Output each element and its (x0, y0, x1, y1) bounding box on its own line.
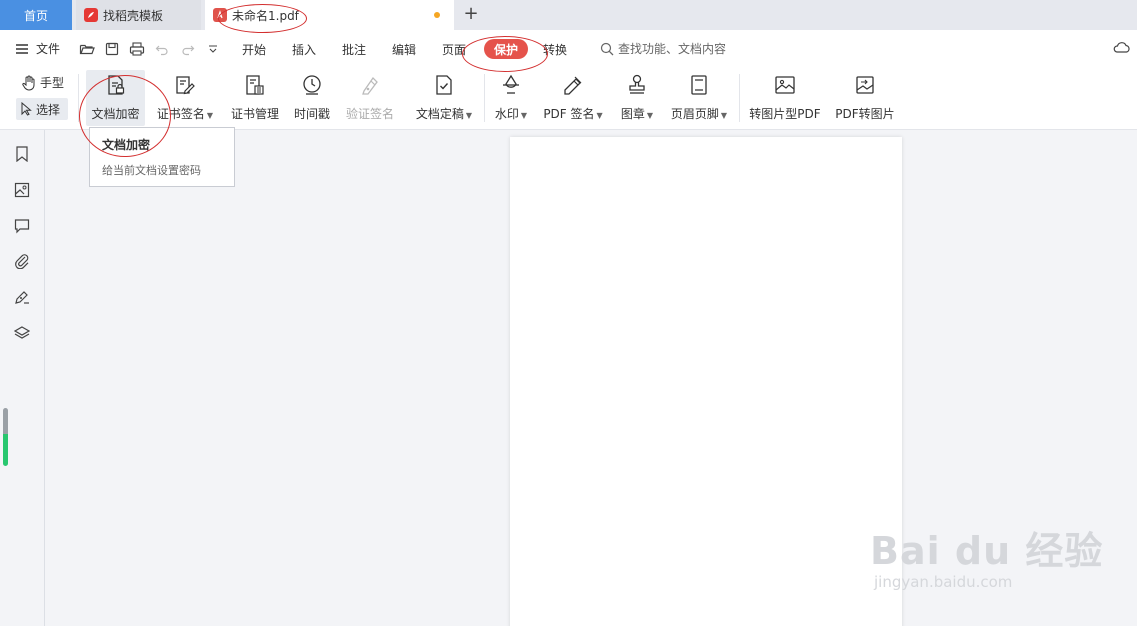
file-menu[interactable]: 文件 (14, 40, 60, 57)
dropdown-caret-icon: ▼ (720, 111, 728, 120)
baidu-jingyan-watermark: Bai du 经验 jingyan.baidu.com (870, 520, 1103, 591)
watermark-icon (498, 72, 524, 98)
certificate-sign-label: 证书签名 (156, 107, 205, 121)
dropdown-caret-icon: ▼ (596, 111, 603, 120)
certificate-manage-label: 证书管理 (230, 107, 279, 121)
tab-document-label: 未命名1.pdf (232, 8, 299, 23)
signature-pen-icon[interactable] (12, 287, 32, 307)
cursor-arrow-icon (21, 102, 32, 116)
menu-convert[interactable]: 转换 (543, 41, 567, 58)
print-icon[interactable] (128, 40, 146, 58)
finalize-document-icon (431, 72, 457, 98)
tab-template[interactable]: 找稻壳模板 (76, 0, 201, 30)
menu-annotate[interactable]: 批注 (342, 41, 366, 58)
docer-logo-icon (84, 8, 98, 22)
tab-bar: 首页 找稻壳模板 未命名1.pdf + (0, 0, 1137, 30)
search-placeholder: 查找功能、文档内容 (618, 42, 727, 56)
watermark-label: 水印 (494, 107, 519, 121)
bookmark-icon[interactable] (12, 144, 32, 164)
image-pdf-icon (772, 72, 798, 98)
cloud-sync-icon[interactable] (1113, 40, 1131, 56)
dropdown-caret-icon: ▼ (465, 111, 473, 120)
lock-document-icon (103, 72, 129, 98)
tab-template-label: 找稻壳模板 (103, 8, 164, 23)
verify-signature-icon (357, 72, 383, 98)
dropdown-caret-icon: ▼ (646, 111, 654, 120)
hamburger-icon (16, 43, 28, 54)
timestamp-button[interactable]: 时间戳 (290, 70, 334, 126)
image-pdf-label: 转图片型PDF (749, 107, 821, 121)
hand-tool[interactable]: 手型 (22, 74, 64, 91)
stamp-label: 图章 (620, 107, 645, 121)
pdf-sign-label: PDF 签名 (543, 107, 595, 121)
pdf-sign-button[interactable]: PDF 签名 ▼ (541, 70, 605, 126)
clock-stamp-icon (299, 72, 325, 98)
finalize-document-label: 文档定稿 (415, 107, 464, 121)
protect-ribbon: 手型 选择 文档加密 证书签名 ▼ 证书管理 时间戳 验证签名 文档定稿 ▼ 水… (0, 68, 1137, 130)
encrypt-document-button[interactable]: 文档加密 (86, 70, 145, 126)
hand-icon (22, 75, 35, 91)
select-tool[interactable]: 选择 (16, 98, 68, 120)
sidebar-scroll-handle[interactable] (3, 408, 8, 466)
stamp-icon (624, 72, 650, 98)
certificate-manage-icon (242, 72, 268, 98)
file-menu-label: 文件 (36, 42, 61, 56)
customize-quickbar-icon[interactable] (204, 40, 222, 58)
pdf-page[interactable] (510, 137, 902, 626)
pdf-sign-icon (560, 72, 586, 98)
attachment-icon[interactable] (12, 251, 32, 271)
stamp-button[interactable]: 图章 ▼ (617, 70, 657, 126)
header-footer-button[interactable]: 页眉页脚 ▼ (668, 70, 730, 126)
certificate-sign-icon (172, 72, 198, 98)
select-tool-label: 选择 (36, 102, 61, 117)
save-icon[interactable] (103, 40, 121, 58)
dropdown-caret-icon: ▼ (520, 111, 528, 120)
encrypt-tooltip: 文档加密 给当前文档设置密码 (89, 127, 235, 187)
tab-home[interactable]: 首页 (0, 0, 72, 30)
left-sidebar (0, 130, 45, 626)
tooltip-title: 文档加密 (102, 138, 151, 152)
image-icon[interactable] (12, 180, 32, 200)
certificate-manage-button[interactable]: 证书管理 (226, 70, 284, 126)
menu-bar: 文件 开始 插入 批注 编辑 页面 保护 转换 查找功能、文档内容 (0, 30, 1137, 68)
ribbon-separator (739, 74, 740, 122)
verify-signature-label: 验证签名 (345, 107, 394, 121)
watermark-button[interactable]: 水印 ▼ (491, 70, 531, 126)
menu-start[interactable]: 开始 (242, 41, 266, 58)
unsaved-indicator (434, 12, 440, 18)
new-tab-button[interactable]: + (460, 4, 482, 26)
tooltip-description: 给当前文档设置密码 (102, 164, 201, 177)
tab-document[interactable]: 未命名1.pdf (205, 0, 454, 30)
watermark-sub-text: jingyan.baidu.com (874, 573, 1013, 591)
ribbon-separator (484, 74, 485, 122)
dropdown-caret-icon: ▼ (206, 111, 214, 120)
menu-page[interactable]: 页面 (442, 41, 466, 58)
pdf-file-icon (213, 8, 227, 22)
undo-icon[interactable] (153, 40, 171, 58)
redo-icon[interactable] (179, 40, 197, 58)
pdf-to-image-label: PDF转图片 (835, 107, 895, 121)
layers-icon[interactable] (12, 323, 32, 343)
menu-edit[interactable]: 编辑 (392, 41, 416, 58)
header-footer-label: 页眉页脚 (670, 107, 719, 121)
watermark-main-text: Bai du 经验 (870, 529, 1104, 573)
hand-tool-label: 手型 (40, 76, 65, 90)
menu-protect[interactable]: 保护 (484, 39, 528, 59)
finalize-document-button[interactable]: 文档定稿 ▼ (412, 70, 476, 126)
pdf-to-image-button[interactable]: PDF转图片 (833, 70, 897, 126)
encrypt-document-label: 文档加密 (91, 107, 140, 121)
open-folder-icon[interactable] (78, 40, 96, 58)
search-icon (600, 42, 614, 55)
image-pdf-button[interactable]: 转图片型PDF (747, 70, 823, 126)
ribbon-separator (78, 74, 79, 122)
comment-icon[interactable] (12, 216, 32, 236)
header-footer-icon (686, 72, 712, 98)
search-box[interactable]: 查找功能、文档内容 (600, 40, 726, 57)
pdf-to-image-icon (852, 72, 878, 98)
menu-insert[interactable]: 插入 (292, 41, 316, 58)
certificate-sign-button[interactable]: 证书签名 ▼ (152, 70, 218, 126)
verify-signature-button[interactable]: 验证签名 (342, 70, 398, 126)
timestamp-label: 时间戳 (293, 107, 330, 121)
